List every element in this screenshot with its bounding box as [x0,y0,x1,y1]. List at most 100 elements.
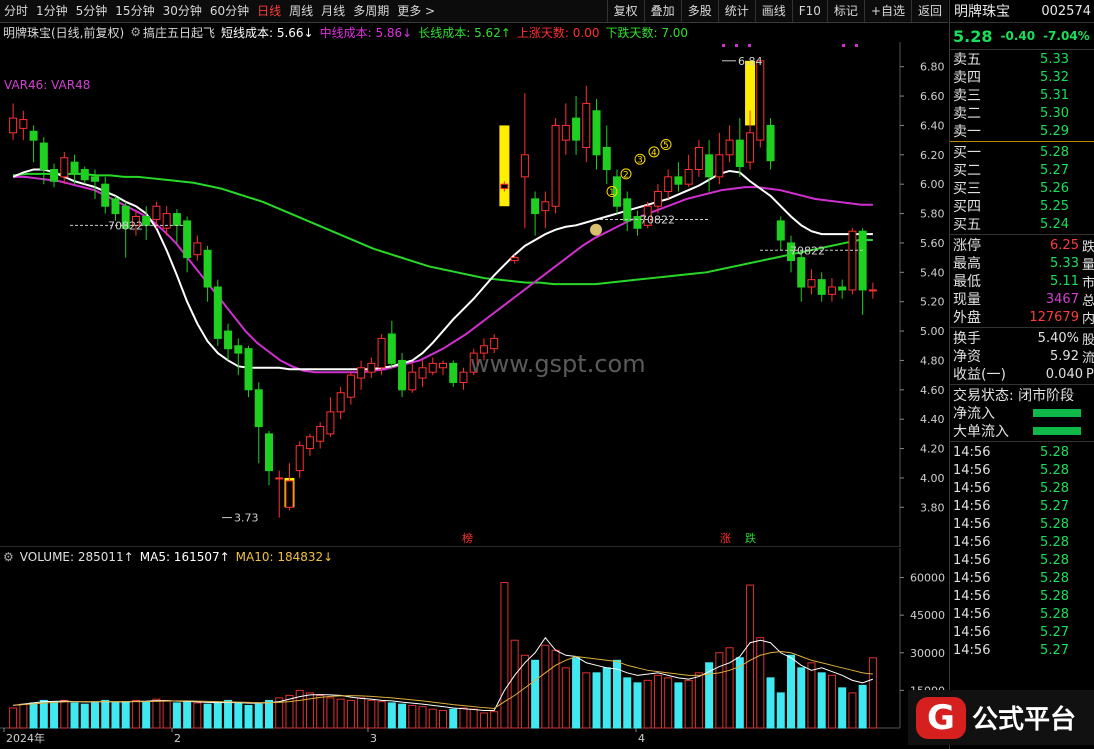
toolbar-button-0[interactable]: 复权 [606,0,644,22]
tick-row: 14:56 5.28 [950,443,1094,461]
y-tick-label: 4.20 [920,443,945,456]
volume-bar [469,708,478,729]
tick-value: 5.28 [1040,516,1069,532]
tick-label: 14:56 [953,552,991,568]
candle-body [50,169,59,182]
volume-bar [39,699,48,729]
indicator-settings-icon[interactable]: ⚙ [130,25,141,39]
y-tick-label: 4.60 [920,384,945,397]
stat1-extra: 内 [1081,311,1094,327]
tick-row: 14:56 5.28 [950,461,1094,479]
ask-row: 卖五 5.33 [950,50,1094,69]
candle-body [142,216,151,226]
candle-body [234,345,243,354]
toolbar-button-5[interactable]: F10 [791,0,827,22]
candle-body [428,362,437,373]
candle-body [183,220,192,259]
volume-chart[interactable]: 600004500030000150002024年234 [0,548,948,748]
candle-body [224,330,233,350]
volume-bar [653,674,662,729]
stat2-extra: 股 [1081,332,1094,348]
period-tab-1[interactable]: 1分钟 [32,0,72,22]
bid-row: 买四 5.25 [950,197,1094,216]
stat1-row: 外盘 127679 内 [950,308,1094,327]
period-tab-8[interactable]: 月线 [317,0,349,22]
period-tab-9[interactable]: 多周期 [349,0,393,22]
bid-row: 买一 5.28 [950,143,1094,162]
tick-row: 14:56 5.28 [950,569,1094,587]
tick-list[interactable]: 14:56 5.28 14:56 5.28 14:56 5.28 14:56 5.27 14:5… [950,443,1094,659]
period-tab-4[interactable]: 30分钟 [159,0,206,22]
candle-body [735,139,744,168]
toolbar-button-1[interactable]: 叠加 [643,0,681,22]
x-tick-label: 2024年 [6,731,45,745]
candle-body [162,213,171,229]
volume-bar [848,692,857,729]
period-tab-7[interactable]: 周线 [285,0,317,22]
candle-body [408,371,417,391]
stock-title[interactable]: 明牌珠宝(日线,前复权) [3,24,124,41]
stat1-extra: 总 [1081,293,1094,309]
candle-body [551,124,560,207]
candle-body [664,176,673,193]
toolbar-button-4[interactable]: 画线 [754,0,792,22]
period-tab-6[interactable]: 日线 [253,0,285,22]
stat2-label: 净资 [953,349,981,365]
candle-body [694,146,703,170]
tick-value: 5.27 [1040,498,1069,514]
bid-label: 买一 [953,145,981,161]
stat1-row: 最高 5.33 量 [950,254,1094,273]
candle-body [357,367,366,379]
indicator-name[interactable]: 搞庄五日起飞 [143,24,215,41]
tick-label: 14:56 [953,570,991,586]
ask-row: 卖三 5.31 [950,86,1094,105]
y-tick-label: 5.80 [920,208,945,221]
tick-value: 5.28 [1040,570,1069,586]
candle-body [152,205,161,220]
period-tab-3[interactable]: 15分钟 [111,0,158,22]
bid-label: 买三 [953,181,981,197]
price-chart[interactable]: 6.80 6.60 6.40 6.20 6.00 5.80 5.60 5.40 5.20 5.00… [0,42,948,547]
toolbar-button-7[interactable]: +自选 [863,0,911,22]
period-tab-5[interactable]: 60分钟 [206,0,253,22]
candle-body [254,389,263,428]
period-tab-0[interactable]: 分时 [0,0,32,22]
volume-bar [326,697,335,729]
candle-body [725,139,734,156]
tick-label: 14:56 [953,534,991,550]
bid-value: 5.28 [1040,144,1069,160]
stat2-label: 收益(一) [953,367,1006,383]
toolbar-button-6[interactable]: 标记 [826,0,864,22]
stat2-label: 换手 [953,331,981,347]
volume-bar [398,703,407,729]
period-tab-2[interactable]: 5分钟 [72,0,112,22]
toolbar-button-2[interactable]: 多股 [680,0,718,22]
volume-bar [336,698,345,729]
ask-value: 5.30 [1040,105,1069,121]
volume-bar [80,703,89,729]
volume-bar [367,699,376,729]
y-tick-label: 3.80 [920,501,945,514]
trade-status: 交易状态: 闭市阶段 [953,388,1075,404]
toolbar-button-8[interactable]: 返回 [910,0,948,22]
candle-body [500,183,509,190]
divider [950,441,1094,442]
toolbar-button-3[interactable]: 统计 [717,0,755,22]
volume-bar [234,702,243,729]
stat1-label: 外盘 [953,310,981,326]
volume-bar [172,702,181,729]
volume-bar [152,698,161,729]
stat1-value: 5.11 [1050,273,1079,289]
candle-body [244,348,253,391]
logo-g-icon: G [916,696,966,739]
mid-cost-line [13,175,873,374]
volume-bar [265,699,273,729]
cost-line-label: 70822 [790,244,825,257]
period-tab-10[interactable]: 更多 > [393,0,439,22]
volume-bar [787,654,795,729]
volume-bar [479,712,488,729]
candle-body [80,169,89,181]
price-line: 5.28 -0.40 -7.04% [950,23,1094,50]
candle-body [19,119,28,129]
candle-body [797,257,806,288]
